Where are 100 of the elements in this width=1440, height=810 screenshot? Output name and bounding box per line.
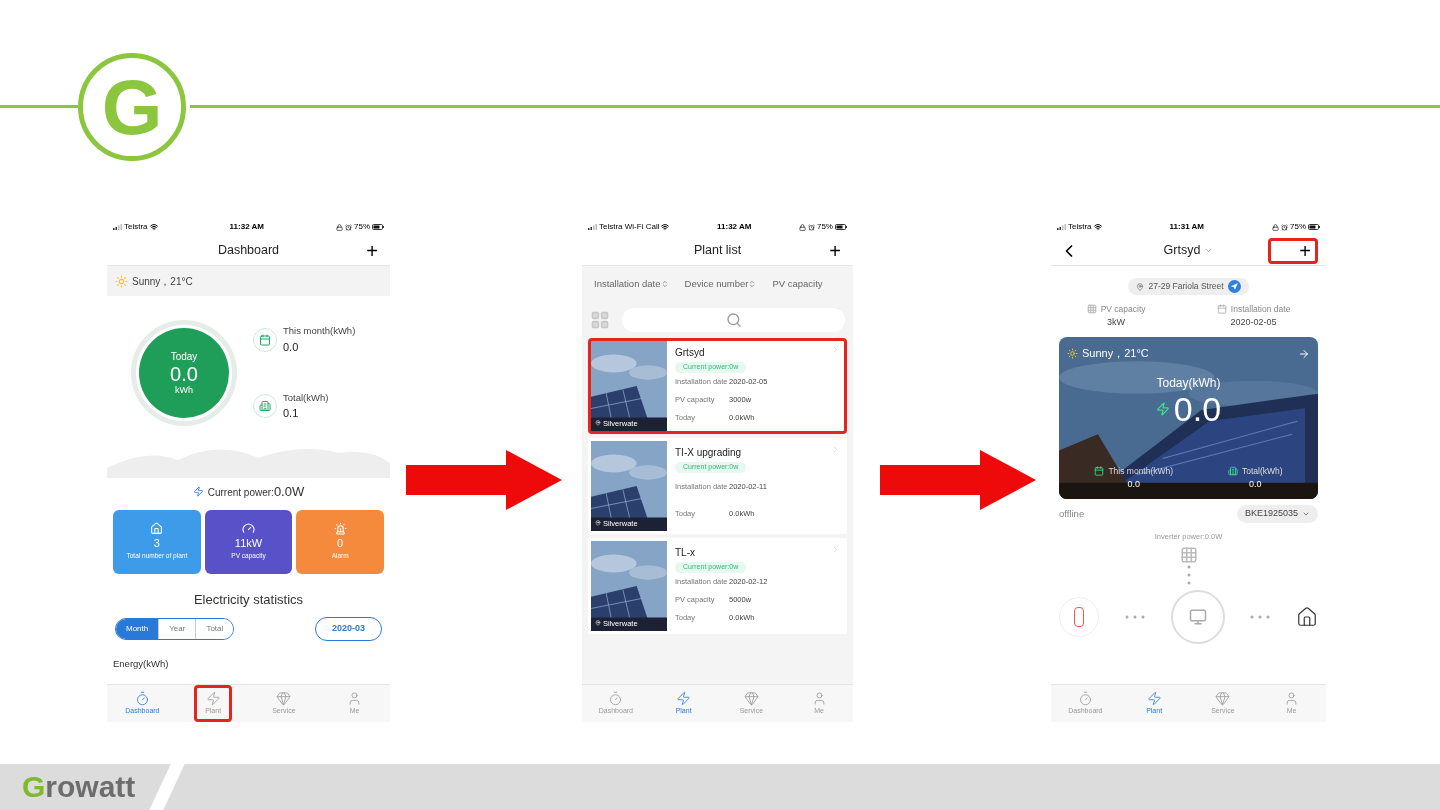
- chevron-icon: [831, 545, 840, 554]
- section-title: Electricity statistics: [192, 590, 305, 609]
- stat-label: This month(kWh): [283, 324, 356, 339]
- pin-icon: [1136, 282, 1145, 291]
- plant-name: Grtsyd: [675, 346, 705, 360]
- stat-value: 0.0: [1127, 477, 1140, 491]
- add-button[interactable]: +: [825, 240, 845, 261]
- plant-name: TI-X upgrading: [675, 446, 742, 460]
- add-button[interactable]: +: [1268, 237, 1318, 264]
- address-text: 27-29 Fariola Street: [1148, 280, 1224, 293]
- stat-value: 0.0: [283, 339, 300, 355]
- pin-icon: [595, 420, 601, 427]
- info-value: 2020-02-05: [1230, 315, 1277, 329]
- screen-title: Plant list: [693, 242, 742, 260]
- clock-time: 11:31 AM: [1169, 221, 1204, 233]
- caret-icon: [1302, 510, 1310, 518]
- chevron-icon: [831, 445, 840, 454]
- panel-icon: [1086, 304, 1097, 315]
- weather-text: Sunny，21°C: [1082, 346, 1149, 362]
- info-label: PV capacity: [1100, 303, 1146, 316]
- sort-option[interactable]: Installation date: [594, 276, 669, 292]
- battery-percent: 75%: [1290, 221, 1306, 233]
- logo-badge: G: [78, 52, 186, 161]
- user-icon: [1284, 690, 1300, 706]
- lock-icon: [336, 223, 343, 231]
- sort-icon: [660, 280, 669, 288]
- power-icon: [192, 486, 204, 498]
- alarm-icon: [345, 223, 352, 231]
- clock-time: 11:32 AM: [229, 221, 264, 233]
- wifi-icon: [1093, 223, 1102, 231]
- tile-value: 11kW: [234, 535, 263, 551]
- today-label: Today(kWh): [1155, 374, 1222, 392]
- screen-title: Grtsyd: [1163, 242, 1201, 260]
- battery-icon: [372, 224, 384, 230]
- search-icon: [725, 312, 742, 328]
- inverter-node[interactable]: [1170, 590, 1225, 644]
- tile-value: 0: [337, 535, 344, 551]
- wifi-icon: [661, 223, 670, 231]
- building-icon: [1227, 466, 1238, 477]
- user-icon: [811, 690, 827, 706]
- footer-logo: Growatt: [22, 772, 136, 802]
- bolt-icon: [1155, 401, 1170, 416]
- energy-card[interactable]: Sunny，21°C Today(kWh) 0.0 This month(kWh) 0.0 Total(kWh) 0.0: [1059, 337, 1318, 500]
- period-tab[interactable]: Month: [116, 618, 159, 639]
- today-unit: kWh: [175, 383, 193, 397]
- screen-title: Dashboard: [217, 242, 280, 260]
- carrier-name: Telstra Wi-Fi Call: [599, 221, 660, 233]
- navigate-icon[interactable]: [1227, 280, 1241, 293]
- grid-view-icon[interactable]: [590, 310, 610, 330]
- signal-icon: [1057, 224, 1066, 230]
- caret-icon[interactable]: [1204, 246, 1214, 255]
- sun-icon: [1067, 348, 1078, 359]
- sun-icon: [115, 274, 128, 288]
- battery-percent: 75%: [354, 221, 370, 233]
- solar-panel-icon: [1179, 546, 1198, 564]
- arrow-icon: [880, 450, 1036, 510]
- inverter-icon: [1188, 608, 1207, 626]
- stat-label: Total(kWh): [283, 391, 329, 405]
- bolt-icon: [205, 690, 221, 706]
- dots-icon: [1186, 564, 1191, 586]
- period-tab[interactable]: Total: [195, 618, 234, 639]
- house-icon: [150, 521, 164, 535]
- status-text: offline: [1059, 506, 1085, 521]
- weather-text: Sunny，21°C: [132, 274, 193, 289]
- lock-icon: [1272, 223, 1279, 231]
- siren-icon: [333, 521, 347, 535]
- calendar-icon: [259, 333, 271, 346]
- info-value: 3kW: [1107, 315, 1126, 329]
- address-pill[interactable]: 27-29 Fariola Street: [1128, 278, 1249, 295]
- device-selector[interactable]: BKE1925035: [1236, 505, 1318, 523]
- arrow-icon[interactable]: [1298, 347, 1310, 360]
- timer-icon: [1077, 690, 1093, 706]
- lock-icon: [798, 223, 806, 231]
- stat-label: Total(kWh): [1241, 465, 1283, 478]
- search-field[interactable]: [622, 308, 845, 332]
- arrow-icon: [406, 450, 562, 510]
- today-value: 0.0: [1173, 391, 1222, 426]
- building-icon: [259, 400, 271, 413]
- info-label: Installation date: [1230, 303, 1291, 316]
- today-label: Today: [170, 349, 198, 364]
- bolt-icon: [676, 690, 692, 706]
- add-button[interactable]: +: [362, 240, 382, 261]
- house-icon[interactable]: [1296, 606, 1318, 628]
- timer-icon: [134, 690, 150, 706]
- stat-value: 0.0: [1249, 477, 1262, 491]
- diamond-icon: [743, 690, 759, 706]
- sort-option[interactable]: Device number: [684, 276, 757, 292]
- chart-label: Energy(kWh): [112, 656, 170, 671]
- wifi-icon: [149, 223, 158, 231]
- diamond-icon: [1215, 690, 1231, 706]
- calendar-icon: [1094, 466, 1105, 477]
- timer-icon: [608, 690, 624, 706]
- sort-option[interactable]: PV capacity: [772, 276, 823, 292]
- user-icon: [347, 690, 363, 706]
- sort-icon: [748, 280, 757, 288]
- plant-name: TL-x: [675, 546, 695, 560]
- alarm-icon: [1281, 223, 1288, 231]
- stat-value: 0.1: [283, 406, 300, 422]
- pin-icon: [595, 520, 601, 527]
- calendar-icon: [1216, 304, 1227, 315]
